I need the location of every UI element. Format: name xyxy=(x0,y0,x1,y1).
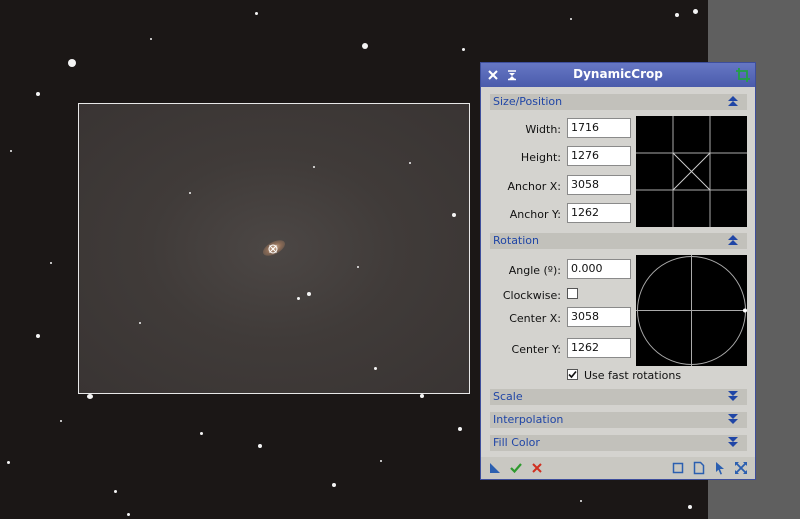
star xyxy=(87,394,93,399)
angle-field[interactable]: 0.000 xyxy=(567,259,631,279)
star xyxy=(688,505,692,509)
star xyxy=(420,394,424,398)
double-arrow-up-icon xyxy=(728,235,738,245)
anchor-y-field[interactable]: 1262 xyxy=(567,203,631,223)
new-instance-icon[interactable] xyxy=(488,461,502,475)
star xyxy=(114,490,117,493)
star xyxy=(7,461,10,464)
checkmark-icon xyxy=(568,370,577,379)
star xyxy=(570,18,572,20)
crop-icon[interactable] xyxy=(736,68,750,82)
star xyxy=(68,59,76,67)
process-toolbar xyxy=(481,457,755,479)
center-x-label: Center X: xyxy=(509,312,561,325)
section-interpolation-label: Interpolation xyxy=(493,413,564,426)
section-scale-header[interactable]: Scale xyxy=(490,389,747,405)
document-icon[interactable] xyxy=(692,461,706,475)
center-y-label: Center Y: xyxy=(511,343,561,356)
section-fill-color-label: Fill Color xyxy=(493,436,540,449)
clockwise-checkbox[interactable] xyxy=(567,288,578,299)
star xyxy=(374,367,377,370)
cancel-icon[interactable] xyxy=(530,461,544,475)
fast-rotations-checkbox[interactable] xyxy=(567,369,578,380)
fast-rotations-label: Use fast rotations xyxy=(584,369,682,382)
star xyxy=(255,12,258,15)
star xyxy=(258,444,262,448)
star xyxy=(307,292,311,296)
star xyxy=(200,432,203,435)
star xyxy=(409,162,411,164)
star xyxy=(357,266,359,268)
section-fill-color-header[interactable]: Fill Color xyxy=(490,435,747,451)
square-icon[interactable] xyxy=(671,461,685,475)
double-arrow-down-icon xyxy=(728,437,738,447)
star xyxy=(36,334,40,338)
star xyxy=(127,513,130,516)
anchor-x-label: Anchor X: xyxy=(507,180,561,193)
anchor-x-field[interactable]: 3058 xyxy=(567,175,631,195)
height-label: Height: xyxy=(520,151,561,164)
window-titlebar[interactable]: DynamicCrop xyxy=(481,63,755,87)
window-title: DynamicCrop xyxy=(573,67,663,81)
star xyxy=(362,43,368,49)
anchor-y-label: Anchor Y: xyxy=(509,208,561,221)
pointer-icon[interactable] xyxy=(713,461,727,475)
rotation-angle-preview[interactable] xyxy=(636,255,747,366)
star xyxy=(50,262,52,264)
section-rotation-label: Rotation xyxy=(493,234,540,247)
star xyxy=(580,500,582,502)
double-arrow-down-icon xyxy=(728,414,738,424)
section-interpolation-header[interactable]: Interpolation xyxy=(490,412,747,428)
angle-label: Angle (º): xyxy=(508,264,561,277)
star xyxy=(332,483,336,487)
dynamic-crop-window: DynamicCrop Size/Position Width: 1716 He… xyxy=(480,62,756,480)
star xyxy=(189,192,191,194)
star xyxy=(675,13,679,17)
crop-center-icon[interactable] xyxy=(268,244,278,254)
star xyxy=(693,9,698,14)
width-label: Width: xyxy=(525,123,561,136)
star xyxy=(462,48,465,51)
section-size-position-label: Size/Position xyxy=(493,95,563,108)
check-icon[interactable] xyxy=(509,461,523,475)
section-size-position-header[interactable]: Size/Position xyxy=(490,94,747,110)
star xyxy=(139,322,141,324)
star xyxy=(452,213,456,217)
clockwise-label: Clockwise: xyxy=(502,289,561,302)
star xyxy=(458,427,462,431)
center-y-field[interactable]: 1262 xyxy=(567,338,631,358)
center-x-field[interactable]: 3058 xyxy=(567,307,631,327)
star xyxy=(60,420,62,422)
section-rotation-header[interactable]: Rotation xyxy=(490,233,747,249)
width-field[interactable]: 1716 xyxy=(567,118,631,138)
double-arrow-up-icon xyxy=(728,96,738,106)
star xyxy=(313,166,315,168)
anchor-position-preview[interactable] xyxy=(636,116,747,227)
star xyxy=(297,297,300,300)
section-scale-label: Scale xyxy=(493,390,523,403)
reset-icon[interactable] xyxy=(734,461,748,475)
height-field[interactable]: 1276 xyxy=(567,146,631,166)
double-arrow-down-icon xyxy=(728,391,738,401)
star xyxy=(380,460,382,462)
star xyxy=(36,92,40,96)
star xyxy=(10,150,12,152)
star xyxy=(150,38,152,40)
